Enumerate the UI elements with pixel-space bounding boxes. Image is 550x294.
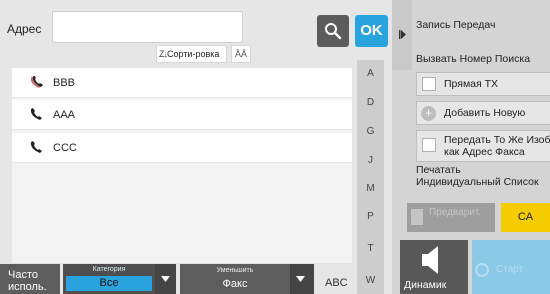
chevron-down-icon	[296, 276, 305, 282]
same-image-checkbox-row[interactable]: Передать То Же Изоб. как Адрес Факса	[416, 130, 550, 162]
frequent-label-line1: Часто	[8, 269, 38, 281]
contact-name: CCC	[53, 142, 77, 154]
frequent-label-line2: исполь.	[8, 281, 47, 293]
address-book-panel: Адрес OK Z↓Сорти-ровка ĀĀ BBB AAA CCC A …	[0, 0, 392, 294]
reduce-caption: Уменьшить	[216, 267, 254, 274]
search-button[interactable]	[317, 15, 349, 47]
list-item[interactable]: AAA	[12, 100, 352, 130]
call-search-number-action[interactable]: Вызвать Номер Поиска	[416, 53, 530, 65]
direct-tx-checkbox-row[interactable]: Прямая TX	[416, 72, 550, 96]
same-image-checkbox[interactable]	[422, 138, 436, 152]
group-handset-icon	[29, 75, 45, 93]
reduce-dropdown-button[interactable]	[290, 264, 314, 294]
category-value: Все	[66, 276, 152, 291]
speaker-label: Динамик	[404, 279, 447, 291]
preview-button[interactable]: Предварит.	[407, 203, 495, 232]
text-size-icon: ĀĀ	[234, 49, 247, 59]
ca-button[interactable]: CA	[501, 203, 550, 232]
collapse-arrow-icon	[399, 30, 406, 39]
ok-button[interactable]: OK	[355, 15, 388, 47]
direct-tx-label: Прямая TX	[444, 78, 499, 90]
handset-icon	[29, 108, 43, 125]
speaker-button[interactable]: Динамик	[400, 240, 468, 294]
text-size-button[interactable]: ĀĀ	[231, 45, 251, 63]
category-dropdown-button[interactable]	[155, 264, 176, 294]
list-item[interactable]: CCC	[12, 133, 352, 163]
category-select[interactable]: Категория Все	[63, 264, 155, 294]
index-letter[interactable]: G	[357, 126, 384, 137]
alphabet-index[interactable]: A D G J M P T W	[357, 60, 384, 294]
panel-collapse-button[interactable]	[392, 0, 412, 70]
plus-icon: +	[421, 106, 436, 121]
contact-list: BBB AAA CCC	[12, 68, 352, 263]
index-letter[interactable]: J	[357, 155, 384, 166]
same-image-label-line1: Передать То Же Изоб.	[444, 134, 550, 146]
preview-label: Предварит.	[429, 207, 482, 218]
reduce-value: Факс	[222, 278, 248, 290]
index-letter[interactable]: W	[357, 275, 384, 286]
abc-index-toggle[interactable]: ABC	[325, 277, 348, 289]
chevron-down-icon	[161, 276, 170, 282]
category-caption: Категория	[92, 266, 126, 273]
add-new-row[interactable]: + Добавить Новую	[416, 101, 550, 125]
direct-tx-checkbox[interactable]	[422, 77, 436, 91]
print-list-action-line1[interactable]: Печатать	[416, 164, 461, 176]
document-icon	[411, 209, 423, 225]
start-button[interactable]: Старт	[472, 240, 550, 294]
sort-label: Сорти-ровка	[167, 49, 220, 59]
address-input[interactable]	[52, 11, 243, 43]
start-label: Старт	[496, 264, 524, 275]
sort-button[interactable]: Z↓Сорти-ровка	[156, 45, 227, 63]
frequent-use-button[interactable]: Часто исполь.	[0, 264, 60, 294]
search-icon	[325, 23, 342, 40]
address-label: Адрес	[7, 22, 42, 36]
contact-name: AAA	[53, 109, 76, 121]
reduce-select[interactable]: Уменьшить Факс	[180, 264, 290, 294]
index-letter[interactable]: T	[357, 243, 384, 254]
print-list-action-line2[interactable]: Индивидуальный Список	[416, 176, 539, 188]
tx-log-action[interactable]: Запись Передач	[416, 19, 495, 31]
same-image-label-line2: как Адрес Факса	[444, 146, 525, 158]
index-letter[interactable]: M	[357, 183, 384, 194]
index-letter[interactable]: A	[357, 68, 384, 79]
speaker-icon	[422, 246, 438, 274]
list-item[interactable]: BBB	[12, 68, 352, 98]
handset-icon	[29, 141, 43, 158]
sort-icon: Z↓	[159, 49, 168, 59]
index-letter[interactable]: D	[357, 97, 384, 108]
start-icon	[475, 263, 489, 277]
add-new-label: Добавить Новую	[444, 107, 526, 119]
index-letter[interactable]: P	[357, 211, 384, 222]
contact-name: BBB	[53, 77, 76, 89]
